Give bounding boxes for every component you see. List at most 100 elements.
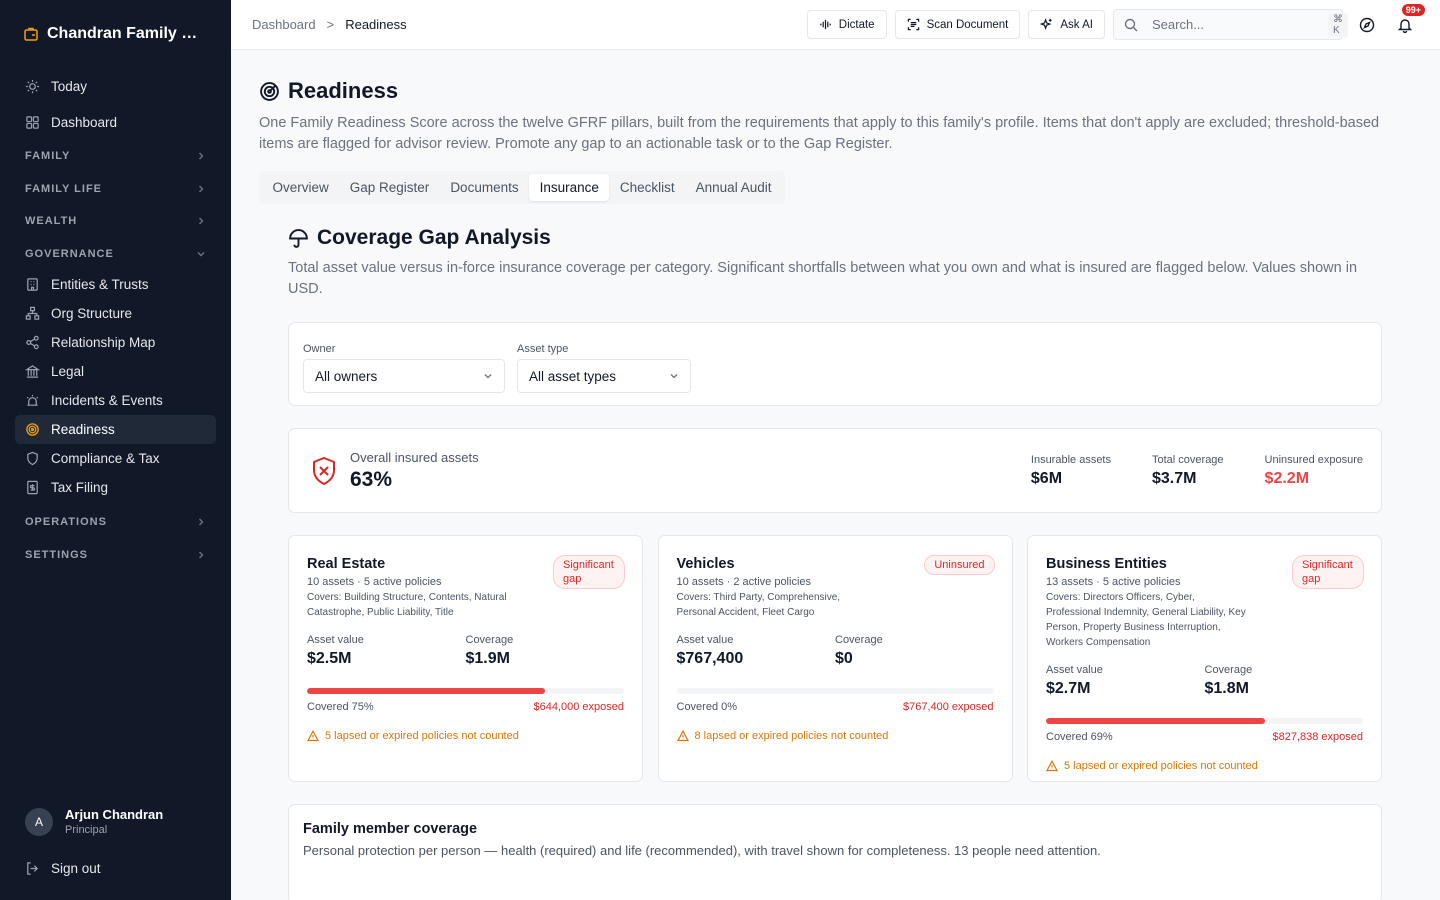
tab-gap-register[interactable]: Gap Register [339,174,440,201]
ask-ai-button[interactable]: Ask AI [1028,10,1105,39]
covered-percent: Covered 69% [1046,731,1113,743]
warning-text: 5 lapsed or expired policies not counted [1064,760,1258,772]
coverage-bar [1046,718,1363,724]
category-card-real-estate[interactable]: Real Estate Significant gap 10 assets · … [288,535,643,782]
sidebar-item-label: Incidents & Events [51,393,163,408]
section-description: Total asset value versus in-force insura… [288,260,1358,297]
asset-type-filter: Asset type All asset types [517,343,691,405]
sidebar-item-label: Compliance & Tax [51,451,160,466]
coverage-row: Covered 75% $644,000 exposed [307,701,624,713]
category-values: Asset value $2.7M Coverage $1.8M [1046,664,1363,698]
sidebar-item-incidents-events[interactable]: Incidents & Events [15,386,216,415]
avatar: A [25,807,53,836]
sun-icon [25,79,40,94]
shield-x-icon [307,454,341,488]
sidebar-item-readiness[interactable]: Readiness [15,415,216,444]
log-out-icon [25,861,40,876]
sidebar-item-dashboard[interactable]: Dashboard [15,104,216,140]
tab-bar: Overview Gap Register Documents Insuranc… [259,171,785,204]
tab-annual-audit[interactable]: Annual Audit [685,174,782,201]
section-label: OPERATIONS [25,516,107,529]
search-icon [1124,18,1138,32]
stat-value: $3.7M [1152,469,1197,487]
sidebar-item-legal[interactable]: Legal [15,357,216,386]
user-profile[interactable]: A Arjun Chandran Principal [25,807,163,836]
sidebar-item-label: Relationship Map [51,335,156,350]
building-icon [25,277,40,292]
ask-ai-label: Ask AI [1060,18,1093,31]
sign-out-button[interactable]: Sign out [25,861,101,876]
coverage-gap-section: Coverage Gap Analysis Total asset value … [259,226,1412,900]
brand[interactable]: Chandran Family Office [0,0,231,68]
status-badge: Significant gap [553,555,625,589]
chevron-right-icon: > [326,17,335,32]
sidebar-item-today[interactable]: Today [15,68,216,104]
sidebar-item-label: Org Structure [51,306,133,321]
siren-icon [25,393,40,408]
sidebar-item-label: Legal [51,364,85,379]
asset-value: $2.5M [307,650,352,667]
asset-type-label: Asset type [517,343,569,355]
warning-triangle-icon [676,730,689,742]
page-description: One Family Readiness Score across the tw… [259,115,1380,152]
tab-documents[interactable]: Documents [440,174,529,201]
stat-insurable-assets: Insurable assets $6M [1031,454,1111,488]
section-label: FAMILY LIFE [25,182,103,195]
stat-label: Insurable assets [1030,453,1111,466]
stat-label: Total coverage [1152,453,1224,466]
umbrella-icon [288,228,309,249]
section-wealth[interactable]: WEALTH [15,205,216,238]
owner-value: All owners [315,368,378,384]
dictate-label: Dictate [838,18,875,31]
bell-icon [1397,18,1413,33]
sidebar-item-tax-filing[interactable]: Tax Filing [15,473,216,502]
tab-insurance[interactable]: Insurance [529,174,610,201]
section-label: GOVERNANCE [25,247,114,260]
asset-value-label: Asset value [1046,664,1103,676]
lapsed-warning: 5 lapsed or expired policies not counted [1046,760,1363,772]
overall-label: Overall insured assets [350,449,479,465]
tab-checklist[interactable]: Checklist [609,174,685,201]
landmark-icon [25,364,40,379]
category-card-vehicles[interactable]: Vehicles Uninsured 10 assets · 2 active … [657,535,1013,782]
asset-type-select[interactable]: All asset types [517,359,691,393]
sidebar-item-org-structure[interactable]: Org Structure [15,299,216,328]
scan-label: Scan Document [926,18,1009,31]
breadcrumb-dashboard[interactable]: Dashboard [252,17,316,32]
tab-overview[interactable]: Overview [262,174,339,201]
warning-triangle-icon [307,730,319,742]
search-input[interactable] [1152,17,1328,32]
warning-text: 5 lapsed or expired policies not counted [325,730,519,742]
overall-summary: Overall insured assets 63% [350,450,479,492]
share-nodes-icon [25,335,40,350]
notifications-button[interactable]: 99+ [1391,3,1425,39]
category-values: Asset value $2.5M Coverage $1.9M [307,634,624,668]
compass-button[interactable] [1353,11,1381,39]
sidebar-item-entities-trusts[interactable]: Entities & Trusts [15,270,216,299]
owner-label: Owner [303,343,336,355]
section-label: WEALTH [25,215,78,228]
asset-value-label: Asset value [307,634,364,646]
section-family-life[interactable]: FAMILY LIFE [15,173,216,206]
page-title: Readiness [259,78,1412,104]
sidebar-item-label: Today [51,78,88,94]
asset-value: $2.7M [1046,680,1091,697]
user-name: Arjun Chandran [65,807,164,822]
sidebar-item-compliance-tax[interactable]: Compliance & Tax [15,444,216,473]
section-operations[interactable]: OPERATIONS [15,506,216,539]
dictate-button[interactable]: Dictate [806,10,887,39]
section-family[interactable]: FAMILY [15,140,216,173]
stat-total-coverage: Total coverage $3.7M [1152,454,1224,488]
compass-icon [1359,17,1375,32]
section-governance[interactable]: GOVERNANCE [15,238,216,271]
sidebar-item-label: Dashboard [51,114,118,130]
chevron-right-icon [199,152,204,160]
category-card-business-entities[interactable]: Business Entities Significant gap 13 ass… [1027,535,1382,782]
section-settings[interactable]: SETTINGS [15,539,216,572]
app-name: Chandran Family Office [47,25,208,42]
chevron-down-icon [484,374,492,379]
coverage-bar [676,688,994,694]
scan-document-button[interactable]: Scan Document [894,10,1021,39]
sidebar-item-relationship-map[interactable]: Relationship Map [15,328,216,357]
owner-select[interactable]: All owners [303,359,505,393]
